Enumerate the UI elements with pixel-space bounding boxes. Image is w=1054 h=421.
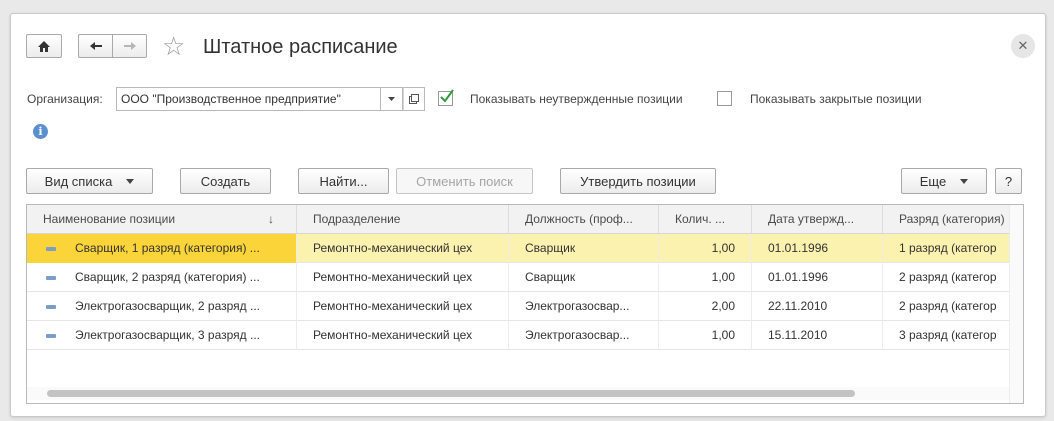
cell-name-text: Электрогазосварщик, 2 разряд ... (75, 299, 261, 313)
cell-name: Электрогазосварщик, 3 разряд ... (27, 321, 297, 350)
chevron-down-icon (126, 178, 135, 184)
form-window: ☆ Штатное расписание ✕ Организация: ООО … (10, 13, 1046, 417)
organization-dropdown-button[interactable] (381, 87, 403, 111)
home-button[interactable] (26, 34, 62, 58)
cell-grade: 2 разряд (категор (883, 292, 1011, 321)
checkmark-icon (440, 89, 454, 103)
cell-quantity: 1,00 (659, 321, 752, 350)
cell-date: 01.01.1996 (752, 234, 883, 263)
table-header: Наименование позиции ↓ Подразделение Дол… (27, 205, 1023, 234)
cell-quantity: 1,00 (659, 234, 752, 263)
forward-button[interactable] (112, 34, 147, 58)
arrow-right-icon (123, 42, 136, 50)
position-item-icon (46, 305, 56, 309)
column-header-approval-date[interactable]: Дата утвержд... (752, 205, 883, 234)
help-button[interactable]: ? (995, 168, 1022, 194)
position-item-icon (46, 334, 56, 338)
approve-positions-button[interactable]: Утвердить позиции (560, 168, 716, 194)
vertical-scrollbar[interactable] (1009, 205, 1023, 403)
horizontal-scrollbar-thumb[interactable] (47, 390, 855, 397)
favorite-star-icon[interactable]: ☆ (162, 32, 185, 60)
show-closed-label[interactable]: Показывать закрытые позиции (750, 92, 922, 106)
close-button[interactable]: ✕ (1011, 34, 1035, 58)
find-button[interactable]: Найти... (298, 168, 389, 194)
cell-date: 01.01.1996 (752, 263, 883, 292)
cell-department: Ремонтно-механический цех (297, 321, 509, 350)
cell-quantity: 2,00 (659, 292, 752, 321)
table-row[interactable]: Электрогазосварщик, 2 разряд ... Ремонтн… (27, 292, 1023, 321)
info-icon[interactable]: i (33, 124, 48, 139)
create-button[interactable]: Создать (180, 168, 271, 194)
more-label: Еще (919, 173, 947, 189)
home-icon (38, 40, 50, 52)
cell-date: 22.11.2010 (752, 292, 883, 321)
column-header-grade[interactable]: Разряд (категория) (883, 205, 1011, 234)
cell-grade: 3 разряд (категор (883, 321, 1011, 350)
back-button[interactable] (78, 34, 113, 58)
column-header-name[interactable]: Наименование позиции ↓ (27, 205, 297, 234)
show-unapproved-checkbox[interactable] (438, 89, 454, 106)
show-closed-checkbox[interactable] (717, 91, 732, 106)
cell-name: Сварщик, 1 разряд (категория) ... (27, 234, 297, 263)
cell-position: Сварщик (509, 263, 659, 292)
column-header-position[interactable]: Должность (проф... (509, 205, 659, 234)
positions-table[interactable]: Наименование позиции ↓ Подразделение Дол… (26, 204, 1024, 404)
cell-position: Сварщик (509, 234, 659, 263)
cell-position: Электрогазосвар... (509, 292, 659, 321)
position-item-icon (46, 276, 56, 280)
column-header-label: Наименование позиции (43, 212, 176, 226)
cell-name-text: Электрогазосварщик, 3 разряд ... (75, 328, 261, 342)
table-row[interactable]: Сварщик, 1 разряд (категория) ... Ремонт… (27, 234, 1023, 263)
position-item-icon (46, 247, 56, 251)
open-window-icon (409, 94, 419, 104)
close-icon: ✕ (1017, 38, 1029, 53)
cell-department: Ремонтно-механический цех (297, 292, 509, 321)
view-list-label: Вид списка (44, 173, 113, 189)
column-header-quantity[interactable]: Колич. ... (659, 205, 752, 234)
view-list-button[interactable]: Вид списка (26, 168, 153, 194)
cell-department: Ремонтно-механический цех (297, 234, 509, 263)
page-title: Штатное расписание (203, 36, 398, 58)
cell-date: 15.11.2010 (752, 321, 883, 350)
cell-name: Электрогазосварщик, 2 разряд ... (27, 292, 297, 321)
cell-grade: 1 разряд (категор (883, 234, 1011, 263)
organization-open-button[interactable] (403, 87, 425, 111)
table-row[interactable]: Сварщик, 2 разряд (категория) ... Ремонт… (27, 263, 1023, 292)
chevron-down-icon (388, 97, 395, 101)
cell-name-text: Сварщик, 1 разряд (категория) ... (75, 241, 260, 255)
more-button[interactable]: Еще (901, 168, 987, 194)
cell-quantity: 1,00 (659, 263, 752, 292)
chevron-down-icon (960, 178, 969, 184)
organization-label: Организация: (27, 92, 103, 106)
arrow-left-icon (89, 42, 102, 50)
cell-grade: 2 разряд (категор (883, 263, 1011, 292)
sort-arrow-icon: ↓ (268, 212, 274, 226)
table-row[interactable]: Электрогазосварщик, 3 разряд ... Ремонтн… (27, 321, 1023, 350)
cell-department: Ремонтно-механический цех (297, 263, 509, 292)
column-header-department[interactable]: Подразделение (297, 205, 509, 234)
cell-name: Сварщик, 2 разряд (категория) ... (27, 263, 297, 292)
organization-input[interactable]: ООО "Производственное предприятие" (116, 87, 381, 111)
show-unapproved-label[interactable]: Показывать неутвержденные позиции (470, 92, 683, 106)
cell-name-text: Сварщик, 2 разряд (категория) ... (75, 270, 260, 284)
cancel-search-button[interactable]: Отменить поиск (396, 168, 533, 194)
cell-position: Электрогазосвар... (509, 321, 659, 350)
